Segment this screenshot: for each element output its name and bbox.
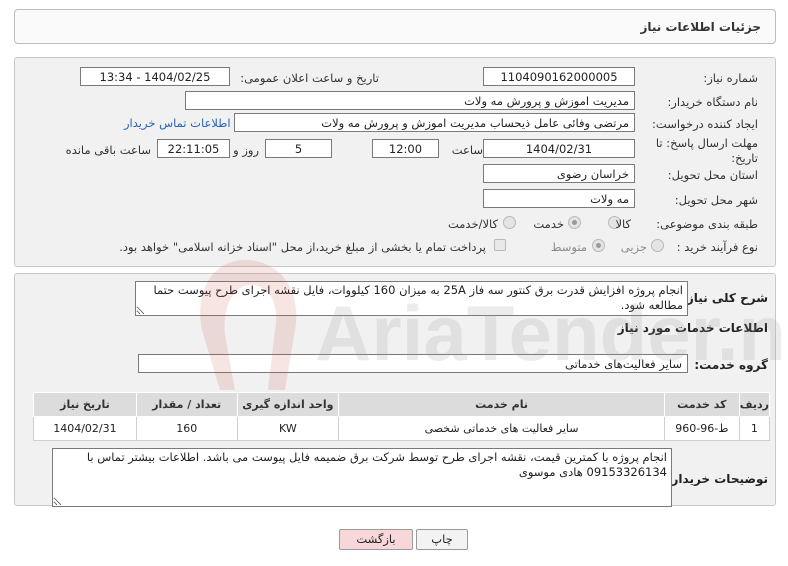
- category-goods-service-label: کالا/خدمت: [447, 217, 498, 231]
- services-section-title: اطلاعات خدمات مورد نیاز: [617, 321, 768, 335]
- days-field[interactable]: 5: [265, 139, 332, 158]
- col-date: تاریخ نیاز: [33, 392, 137, 417]
- creator-field[interactable]: مرتضی وفائی عامل ذیحساب مدیریت اموزش و پ…: [234, 113, 635, 132]
- page-header: جزئیات اطلاعات نیاز: [14, 9, 776, 44]
- process-medium-label: متوسط: [550, 240, 587, 254]
- summary-label: شرح کلی نیاز:: [682, 291, 768, 305]
- page-title: جزئیات اطلاعات نیاز: [640, 20, 761, 34]
- remaining-time-field[interactable]: 22:11:05: [157, 139, 230, 158]
- category-label: طبقه بندی موضوعی:: [656, 217, 758, 231]
- col-qty: تعداد / مقدار: [135, 392, 238, 417]
- deadline-time-label: ساعت: [451, 143, 483, 157]
- treasury-payment-checkbox[interactable]: [494, 239, 506, 251]
- announce-label: تاریخ و ساعت اعلان عمومی:: [240, 71, 379, 85]
- deadline-date-field[interactable]: 1404/02/31: [483, 139, 635, 158]
- deadline-time-field[interactable]: 12:00: [372, 139, 439, 158]
- services-table: ردیف کد خدمت نام خدمت واحد اندازه گیری ت…: [33, 392, 771, 441]
- category-service-radio[interactable]: [568, 216, 581, 229]
- buyer-notes-label: توضیحات خریدار:: [666, 472, 768, 486]
- remaining-time-label: ساعت باقی مانده: [65, 143, 151, 157]
- cell-date: 1404/02/31: [33, 416, 137, 441]
- cell-row: 1: [738, 416, 771, 441]
- province-field[interactable]: خراسان رضوی: [483, 164, 635, 183]
- need-number-label: شماره نیاز:: [703, 71, 758, 85]
- service-group-label: گروه خدمت:: [694, 358, 768, 372]
- deadline-label-line2: تاریخ:: [731, 151, 758, 165]
- col-unit: واحد اندازه گیری: [236, 392, 340, 417]
- buyer-notes-textarea[interactable]: انجام پروژه با کمترین قیمت، نقشه اجرای ط…: [52, 448, 672, 507]
- cell-unit: KW: [236, 416, 340, 441]
- category-goods-service-radio[interactable]: [503, 216, 516, 229]
- creator-label: ایجاد کننده درخواست:: [652, 117, 758, 131]
- col-name: نام خدمت: [338, 392, 665, 417]
- treasury-payment-note: پرداخت تمام یا بخشی از مبلغ خرید،از محل …: [119, 240, 486, 254]
- province-label: استان محل تحویل:: [667, 168, 758, 182]
- process-medium-radio[interactable]: [592, 239, 605, 252]
- announce-field[interactable]: 1404/02/25 - 13:34: [80, 67, 230, 86]
- back-button[interactable]: بازگشت: [339, 529, 413, 550]
- days-label: روز و: [233, 143, 259, 157]
- process-minor-radio[interactable]: [651, 239, 664, 252]
- category-service-label: خدمت: [533, 217, 564, 231]
- city-field[interactable]: مه ولات: [483, 189, 635, 208]
- process-label: نوع فرآیند خرید :: [676, 240, 758, 254]
- cell-qty: 160: [135, 416, 238, 441]
- service-group-field[interactable]: سایر فعالیت‌های خدماتی: [138, 354, 688, 373]
- need-number-field[interactable]: 1104090162000005: [483, 67, 635, 86]
- table-row: 1 ط-96-960 سایر فعالیت های خدماتی شخصی K…: [33, 416, 771, 441]
- summary-textarea[interactable]: انجام پروژه افزایش قدرت برق کنتور سه فاز…: [135, 281, 688, 316]
- col-code: کد خدمت: [663, 392, 740, 417]
- buyer-org-label: نام دستگاه خریدار:: [667, 95, 758, 109]
- services-table-header: ردیف کد خدمت نام خدمت واحد اندازه گیری ت…: [33, 392, 771, 417]
- deadline-label: مهلت ارسال پاسخ: تا تاریخ:: [656, 136, 758, 166]
- deadline-label-line1: مهلت ارسال پاسخ: تا: [655, 136, 758, 150]
- process-minor-label: جزیی: [620, 240, 647, 254]
- cell-name: سایر فعالیت های خدماتی شخصی: [338, 416, 665, 441]
- print-button[interactable]: چاپ: [416, 529, 468, 550]
- buyer-contact-link[interactable]: اطلاعات تماس خریدار: [124, 116, 231, 130]
- category-goods-label: کالا: [615, 217, 631, 231]
- buyer-org-field[interactable]: مدیریت اموزش و پرورش مه ولات: [185, 91, 635, 110]
- col-row: ردیف: [738, 392, 771, 417]
- city-label: شهر محل تحویل:: [674, 193, 758, 207]
- cell-code: ط-96-960: [663, 416, 740, 441]
